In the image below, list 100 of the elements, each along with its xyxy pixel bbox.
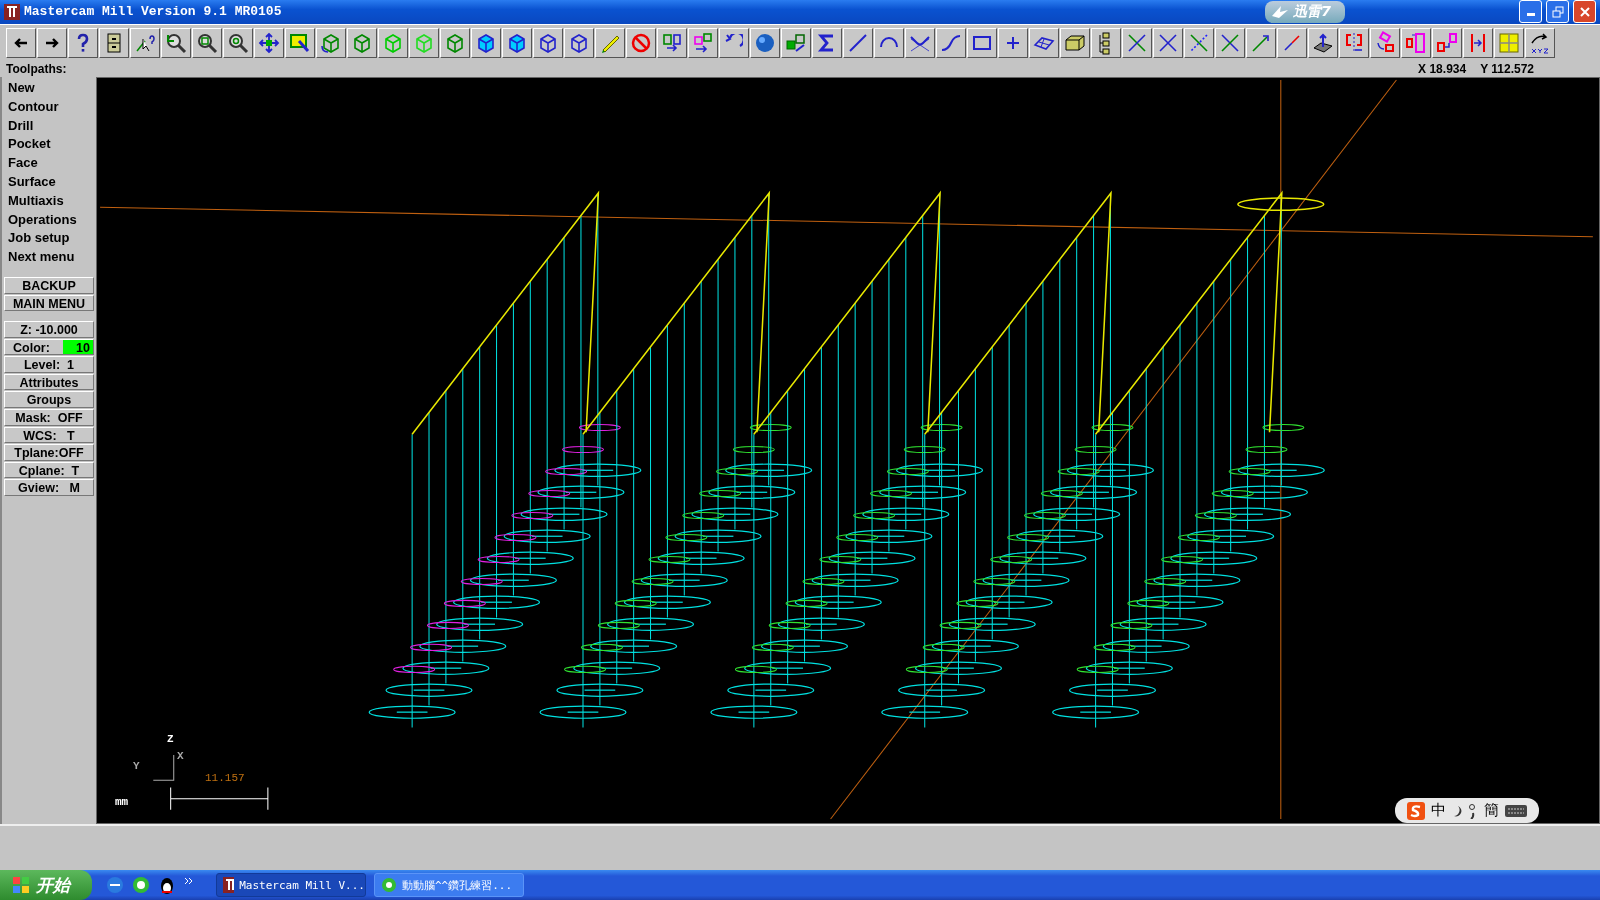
scale-icon: [1404, 30, 1428, 55]
window-title: Mastercam Mill Version 9.1 MR0105: [24, 4, 283, 20]
toolbar-button[interactable]: [750, 27, 780, 58]
toolbar-button[interactable]: [1525, 27, 1555, 58]
toolbar-button[interactable]: [440, 27, 470, 58]
globe-icon[interactable]: [132, 876, 150, 894]
y-coordinate: Y 112.572: [1480, 61, 1534, 76]
chevron-icon[interactable]: [184, 876, 194, 886]
punctuation-icon: [1468, 802, 1478, 819]
toolbar-button[interactable]: [285, 27, 315, 58]
minimize-icon: [1526, 13, 1535, 17]
toolbar-button[interactable]: [1215, 27, 1245, 58]
toolbar-button[interactable]: [781, 27, 811, 58]
toolbar-button[interactable]: [68, 27, 98, 58]
toolbar-button[interactable]: [254, 27, 284, 58]
setting-button[interactable]: Tplane:OFF: [4, 444, 94, 461]
toolbar-button[interactable]: [223, 27, 253, 58]
toolbar-button[interactable]: [1494, 27, 1524, 58]
minimize-button[interactable]: [1519, 0, 1542, 24]
toolbar-button[interactable]: [409, 27, 439, 58]
globe-icon: [381, 877, 397, 893]
color-setting[interactable]: Color: 10: [4, 338, 94, 356]
toolbar-button[interactable]: [1401, 27, 1431, 58]
units-label: mm: [115, 795, 129, 808]
toolbar-button[interactable]: [471, 27, 501, 58]
toolbar-button[interactable]: [37, 27, 67, 58]
toolbar-button[interactable]: [1463, 27, 1493, 58]
menu-button[interactable]: BACKUP: [4, 276, 94, 294]
menu-item[interactable]: Drill: [4, 116, 94, 136]
windows-logo-icon: [12, 876, 30, 894]
toolbar-button[interactable]: [626, 27, 656, 58]
ime-mode-label[interactable]: 中: [1431, 801, 1446, 821]
penguin-icon[interactable]: [158, 876, 176, 894]
menu-button[interactable]: MAIN MENU: [4, 294, 94, 312]
toolbar-button[interactable]: [1277, 27, 1307, 58]
toolbar-button[interactable]: [657, 27, 687, 58]
close-button[interactable]: [1573, 0, 1596, 24]
toolbar-button[interactable]: [905, 27, 935, 58]
prompt-label: Toolpaths:: [6, 61, 68, 76]
toolbar-button[interactable]: [6, 27, 36, 58]
grid-icon: [1497, 30, 1521, 55]
setting-button[interactable]: Mask: OFF: [4, 409, 94, 426]
x-coordinate: X 18.934: [1418, 61, 1467, 76]
axis-label: Y: [133, 759, 140, 772]
toolbar-button[interactable]: [1308, 27, 1338, 58]
menu-item[interactable]: Contour: [4, 97, 94, 117]
setting-button[interactable]: Cplane: T: [4, 461, 94, 479]
menu-item[interactable]: Multiaxis: [4, 191, 94, 211]
menu-item[interactable]: Face: [4, 154, 94, 173]
toolbar-button[interactable]: [719, 27, 749, 58]
toolbar-button[interactable]: [1122, 27, 1152, 58]
setting-button[interactable]: Groups: [4, 391, 94, 409]
toolbar-button[interactable]: [1184, 27, 1214, 58]
close-icon: [1578, 6, 1591, 18]
toolbar-button[interactable]: [967, 27, 997, 58]
toolbar-button[interactable]: [874, 27, 904, 58]
toolbar-button[interactable]: [1091, 27, 1121, 58]
menu-item[interactable]: Job setup: [4, 229, 94, 249]
toolbar-button[interactable]: [812, 27, 842, 58]
taskbar-button[interactable]: 動動腦^^鑽孔練習...: [374, 873, 524, 897]
toolbar-button[interactable]: [688, 27, 718, 58]
toolbar-button[interactable]: [1246, 27, 1276, 58]
setting-button[interactable]: Level: 1: [4, 356, 94, 373]
input-method-bar[interactable]: 中 簡: [1395, 798, 1539, 824]
setting-button[interactable]: WCS: T: [4, 426, 94, 444]
toolbar-button[interactable]: [1339, 27, 1369, 58]
toolbar-button[interactable]: [936, 27, 966, 58]
menu-item[interactable]: Operations: [4, 210, 94, 230]
setting-button[interactable]: Z: -10.000: [4, 321, 94, 338]
toolbar-button[interactable]: [161, 27, 191, 58]
ime-script-label[interactable]: 簡: [1484, 801, 1499, 821]
toolbar-button[interactable]: [998, 27, 1028, 58]
axis-label: X: [177, 749, 184, 762]
setting-button[interactable]: Gview: M: [4, 479, 94, 497]
scale-value: 11.157: [205, 771, 245, 784]
setting-button[interactable]: Attributes: [4, 373, 94, 391]
toolbar-button[interactable]: [192, 27, 222, 58]
toolbar-button[interactable]: [1153, 27, 1183, 58]
toolbar-button[interactable]: [1060, 27, 1090, 58]
taskbar-button[interactable]: Mastercam Mill V...: [216, 873, 366, 897]
toolbar-button[interactable]: [316, 27, 346, 58]
axis-indicator-icon: [152, 754, 175, 781]
pan-icon: [257, 30, 281, 55]
toolbar-button[interactable]: [1432, 27, 1462, 58]
toolbar-button[interactable]: [1370, 27, 1400, 58]
toolbar-button[interactable]: [564, 27, 594, 58]
menu-item[interactable]: New: [4, 78, 94, 98]
toolbar-button[interactable]: [130, 27, 160, 58]
toolbar-button[interactable]: [378, 27, 408, 58]
menu-item[interactable]: Surface: [4, 172, 94, 192]
toolbar-button[interactable]: [99, 27, 129, 58]
toolbar-button[interactable]: [595, 27, 625, 58]
toolbar-button[interactable]: [1029, 27, 1059, 58]
toolbar-button[interactable]: [533, 27, 563, 58]
toolbar-button[interactable]: [843, 27, 873, 58]
menu-item[interactable]: Next menu: [4, 248, 94, 267]
toolbar-button[interactable]: [502, 27, 532, 58]
menu-item[interactable]: Pocket: [4, 135, 94, 155]
toolbar-button[interactable]: [347, 27, 377, 58]
restore-button[interactable]: [1546, 0, 1569, 24]
